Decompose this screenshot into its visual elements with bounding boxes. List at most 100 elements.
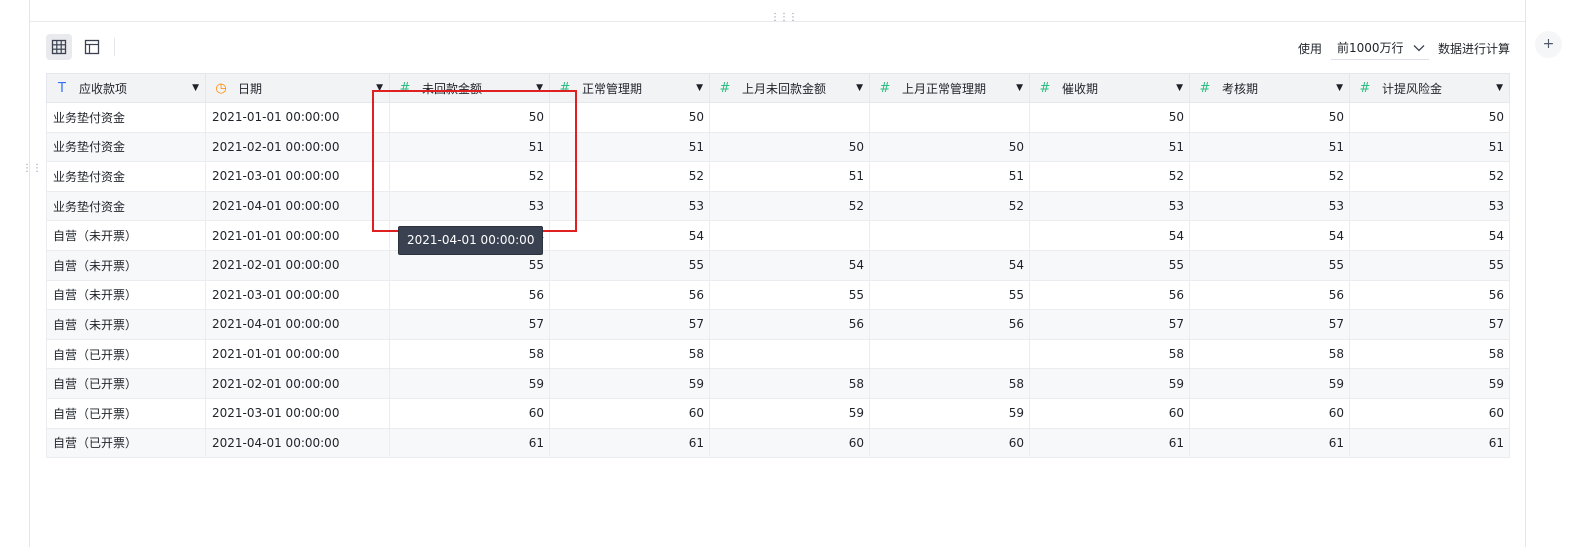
table-cell[interactable]: 自营（未开票） xyxy=(46,249,206,281)
table-cell[interactable]: 业务垫付资金 xyxy=(46,102,206,133)
table-cell[interactable]: 53 xyxy=(1189,190,1350,222)
table-cell[interactable]: 54 xyxy=(1349,220,1510,251)
table-cell[interactable]: 业务垫付资金 xyxy=(46,131,206,163)
table-cell[interactable]: 自营（未开票） xyxy=(46,309,206,340)
table-cell[interactable]: 52 xyxy=(389,161,550,192)
table-cell[interactable]: 52 xyxy=(709,190,870,222)
table-cell[interactable]: 56 xyxy=(1029,279,1190,311)
table-cell[interactable]: 2021-04-01 00:00:00 xyxy=(205,190,390,222)
table-cell[interactable]: 54 xyxy=(1189,220,1350,251)
table-cell[interactable]: 59 xyxy=(709,397,870,429)
table-cell[interactable]: 53 xyxy=(1349,190,1510,222)
table-cell[interactable]: 60 xyxy=(1189,397,1350,429)
table-cell[interactable]: 58 xyxy=(1029,338,1190,370)
table-cell[interactable]: 60 xyxy=(1029,397,1190,429)
table-cell[interactable]: 60 xyxy=(709,427,870,459)
table-cell[interactable]: 2021-02-01 00:00:00 xyxy=(205,368,390,399)
table-cell[interactable]: 2021-01-01 00:00:00 xyxy=(205,338,390,370)
table-cell[interactable]: 50 xyxy=(549,102,710,133)
table-cell[interactable]: 业务垫付资金 xyxy=(46,161,206,192)
table-cell[interactable]: 58 xyxy=(1349,338,1510,370)
caret-down-icon[interactable]: ▼ xyxy=(376,83,383,93)
table-cell[interactable] xyxy=(869,338,1030,370)
table-cell[interactable]: 61 xyxy=(549,427,710,459)
caret-down-icon[interactable]: ▼ xyxy=(1176,83,1183,93)
table-cell[interactable]: 57 xyxy=(389,309,550,340)
table-view-button[interactable] xyxy=(46,34,72,60)
table-cell[interactable]: 59 xyxy=(1029,368,1190,399)
table-cell[interactable]: 54 xyxy=(549,220,710,251)
caret-down-icon[interactable]: ▼ xyxy=(1496,83,1503,93)
table-cell[interactable]: 51 xyxy=(709,161,870,192)
table-cell[interactable]: 2021-01-01 00:00:00 xyxy=(205,220,390,251)
table-cell[interactable]: 54 xyxy=(709,249,870,281)
table-cell[interactable]: 业务垫付资金 xyxy=(46,190,206,222)
table-cell[interactable]: 55 xyxy=(1189,249,1350,281)
table-cell[interactable]: 55 xyxy=(549,249,710,281)
table-cell[interactable]: 2021-03-01 00:00:00 xyxy=(205,279,390,311)
row-drag-handle-icon[interactable]: ⋮⋮ xyxy=(22,164,42,174)
add-button[interactable]: + xyxy=(1535,31,1562,58)
table-cell[interactable]: 自营（已开票） xyxy=(46,338,206,370)
table-cell[interactable]: 58 xyxy=(1189,338,1350,370)
table-cell[interactable]: 53 xyxy=(1029,190,1190,222)
table-cell[interactable] xyxy=(709,220,870,251)
table-cell[interactable]: 57 xyxy=(1029,309,1190,340)
table-cell[interactable]: 52 xyxy=(1189,161,1350,192)
table-cell[interactable]: 自营（已开票） xyxy=(46,368,206,399)
table-cell[interactable]: 56 xyxy=(1189,279,1350,311)
table-cell[interactable]: 58 xyxy=(389,338,550,370)
table-cell[interactable]: 61 xyxy=(1029,427,1190,459)
table-cell[interactable]: 自营（已开票） xyxy=(46,397,206,429)
table-cell[interactable]: 60 xyxy=(549,397,710,429)
table-cell[interactable] xyxy=(869,220,1030,251)
caret-down-icon[interactable]: ▼ xyxy=(856,83,863,93)
table-cell[interactable]: 57 xyxy=(549,309,710,340)
caret-down-icon[interactable]: ▼ xyxy=(536,83,543,93)
column-header[interactable]: T 应收款项 ▼ xyxy=(46,73,206,103)
table-cell[interactable]: 58 xyxy=(869,368,1030,399)
table-cell[interactable]: 57 xyxy=(1189,309,1350,340)
table-cell[interactable]: 60 xyxy=(389,397,550,429)
table-cell[interactable]: 59 xyxy=(389,368,550,399)
table-cell[interactable]: 52 xyxy=(869,190,1030,222)
table-cell[interactable]: 50 xyxy=(709,131,870,163)
table-cell[interactable]: 自营（已开票） xyxy=(46,427,206,459)
table-cell[interactable]: 50 xyxy=(869,131,1030,163)
table-cell[interactable]: 52 xyxy=(1029,161,1190,192)
table-cell[interactable]: 61 xyxy=(1189,427,1350,459)
table-cell[interactable]: 2021-04-01 00:00:00 xyxy=(205,427,390,459)
table-cell[interactable]: 51 xyxy=(1029,131,1190,163)
caret-down-icon[interactable]: ▼ xyxy=(1336,83,1343,93)
table-cell[interactable]: 54 xyxy=(869,249,1030,281)
table-cell[interactable]: 56 xyxy=(869,309,1030,340)
column-header[interactable]: # 计提风险金 ▼ xyxy=(1349,73,1510,103)
column-header[interactable]: # 考核期 ▼ xyxy=(1189,73,1350,103)
table-cell[interactable]: 50 xyxy=(1349,102,1510,133)
table-cell[interactable]: 56 xyxy=(389,279,550,311)
table-cell[interactable]: 61 xyxy=(1349,427,1510,459)
table-cell[interactable]: 56 xyxy=(1349,279,1510,311)
drag-handle-icon[interactable]: ⋮⋮⋮ xyxy=(770,13,798,23)
column-header[interactable]: # 正常管理期 ▼ xyxy=(549,73,710,103)
table-cell[interactable]: 2021-03-01 00:00:00 xyxy=(205,397,390,429)
table-cell[interactable]: 54 xyxy=(1029,220,1190,251)
table-cell[interactable]: 59 xyxy=(549,368,710,399)
table-cell[interactable] xyxy=(709,102,870,133)
table-cell[interactable]: 自营（未开票） xyxy=(46,279,206,311)
column-header[interactable]: ◷ 日期 ▼ xyxy=(205,73,390,103)
table-cell[interactable] xyxy=(709,338,870,370)
table-cell[interactable]: 52 xyxy=(1349,161,1510,192)
table-cell[interactable]: 60 xyxy=(1349,397,1510,429)
table-cell[interactable]: 50 xyxy=(1029,102,1190,133)
column-header[interactable]: # 上月正常管理期 ▼ xyxy=(869,73,1030,103)
table-cell[interactable]: 61 xyxy=(389,427,550,459)
table-cell[interactable]: 50 xyxy=(1189,102,1350,133)
pivot-view-button[interactable] xyxy=(79,34,105,60)
table-cell[interactable]: 自营（未开票） xyxy=(46,220,206,251)
table-cell[interactable]: 2021-02-01 00:00:00 xyxy=(205,249,390,281)
table-cell[interactable]: 57 xyxy=(1349,309,1510,340)
table-cell[interactable]: 55 xyxy=(869,279,1030,311)
column-header[interactable]: # 上月未回款金额 ▼ xyxy=(709,73,870,103)
table-cell[interactable]: 59 xyxy=(869,397,1030,429)
